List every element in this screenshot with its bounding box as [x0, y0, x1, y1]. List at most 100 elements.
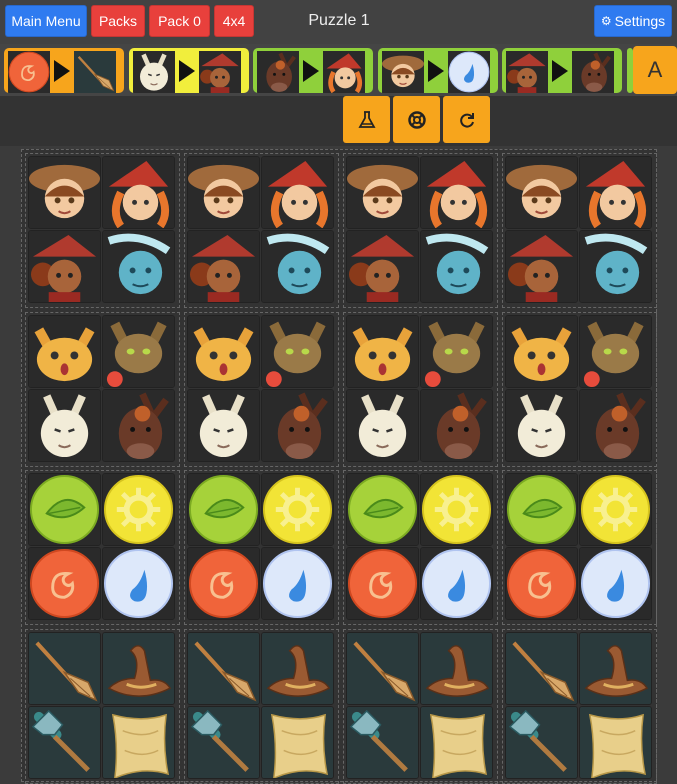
cloth-tile[interactable] — [579, 706, 652, 779]
lifebuoy-button[interactable] — [393, 96, 440, 143]
cloth-tile[interactable] — [102, 706, 175, 779]
shovel-tile[interactable] — [346, 706, 419, 779]
broom-tile[interactable] — [28, 632, 101, 705]
gear-tile[interactable] — [261, 473, 334, 546]
fire-tile[interactable] — [187, 547, 260, 620]
goat-tile[interactable] — [346, 389, 419, 462]
board-cell — [502, 629, 657, 784]
hint-witch-dark-icon — [199, 50, 241, 93]
goat-tile[interactable] — [187, 389, 260, 462]
flask-button[interactable] — [343, 96, 390, 143]
girl-tile[interactable] — [346, 156, 419, 229]
elf-blue-tile[interactable] — [102, 230, 175, 303]
board-cell — [343, 629, 498, 784]
puzzle-board — [21, 149, 657, 784]
cat-orange-tile[interactable] — [346, 315, 419, 388]
fire-tile[interactable] — [505, 547, 578, 620]
cat-orange-tile[interactable] — [505, 315, 578, 388]
fire-tile[interactable] — [346, 547, 419, 620]
hat-tile[interactable] — [102, 632, 175, 705]
leaf-tile[interactable] — [505, 473, 578, 546]
donkey-tile[interactable] — [261, 389, 334, 462]
girl-tile[interactable] — [187, 156, 260, 229]
main-menu-button[interactable]: Main Menu — [5, 5, 87, 37]
hint-card[interactable] — [378, 48, 498, 93]
pack-button[interactable]: Pack 0 — [149, 5, 210, 37]
witch-dark-tile[interactable] — [346, 230, 419, 303]
cat-brown-tile[interactable] — [102, 315, 175, 388]
witch-red-tile[interactable] — [579, 156, 652, 229]
gear-tile[interactable] — [102, 473, 175, 546]
leaf-tile[interactable] — [28, 473, 101, 546]
cat-orange-tile[interactable] — [187, 315, 260, 388]
witch-red-tile[interactable] — [102, 156, 175, 229]
cat-brown-tile[interactable] — [579, 315, 652, 388]
girl-tile[interactable] — [28, 156, 101, 229]
broom-tile[interactable] — [505, 632, 578, 705]
hint-more-button[interactable]: A — [633, 46, 677, 94]
cloth-tile[interactable] — [420, 706, 493, 779]
hat-tile[interactable] — [579, 632, 652, 705]
cat-brown-tile[interactable] — [420, 315, 493, 388]
donkey-tile[interactable] — [420, 389, 493, 462]
board-cell — [184, 153, 339, 308]
top-bar: Main Menu Packs Pack 0 4x4 Puzzle 1 ⚙ Se… — [0, 0, 677, 44]
hint-witch-red-icon — [323, 50, 365, 93]
size-button[interactable]: 4x4 — [214, 5, 254, 37]
refresh-button[interactable] — [443, 96, 490, 143]
board-cell — [184, 629, 339, 784]
board-cell — [343, 470, 498, 625]
leaf-tile[interactable] — [346, 473, 419, 546]
hint-donkey-icon — [572, 50, 614, 93]
hint-card[interactable] — [253, 48, 373, 93]
fire-tile[interactable] — [28, 547, 101, 620]
donkey-tile[interactable] — [102, 389, 175, 462]
shovel-tile[interactable] — [28, 706, 101, 779]
board-cell — [25, 629, 180, 784]
hint-card[interactable] — [4, 48, 124, 93]
water-tile[interactable] — [579, 547, 652, 620]
elf-blue-tile[interactable] — [579, 230, 652, 303]
settings-button[interactable]: ⚙ Settings — [594, 5, 672, 37]
water-tile[interactable] — [102, 547, 175, 620]
hint-broom-icon — [74, 50, 116, 93]
witch-red-tile[interactable] — [261, 156, 334, 229]
goat-tile[interactable] — [28, 389, 101, 462]
cat-brown-tile[interactable] — [261, 315, 334, 388]
hint-girl-icon — [382, 50, 424, 93]
hint-card[interactable] — [129, 48, 249, 93]
leaf-tile[interactable] — [187, 473, 260, 546]
arrow-right-icon — [303, 59, 319, 82]
lifebuoy-icon — [407, 110, 426, 129]
refresh-icon — [459, 112, 474, 128]
board-cell — [184, 470, 339, 625]
hint-witch-dark-icon — [506, 50, 548, 93]
donkey-tile[interactable] — [579, 389, 652, 462]
witch-dark-tile[interactable] — [28, 230, 101, 303]
broom-tile[interactable] — [346, 632, 419, 705]
water-tile[interactable] — [420, 547, 493, 620]
shovel-tile[interactable] — [505, 706, 578, 779]
witch-dark-tile[interactable] — [187, 230, 260, 303]
gear-tile[interactable] — [420, 473, 493, 546]
witch-red-tile[interactable] — [420, 156, 493, 229]
settings-label: Settings — [614, 13, 666, 29]
water-tile[interactable] — [261, 547, 334, 620]
girl-tile[interactable] — [505, 156, 578, 229]
goat-tile[interactable] — [505, 389, 578, 462]
cat-orange-tile[interactable] — [28, 315, 101, 388]
hat-tile[interactable] — [261, 632, 334, 705]
hint-card[interactable] — [502, 48, 622, 93]
witch-dark-tile[interactable] — [505, 230, 578, 303]
packs-button[interactable]: Packs — [91, 5, 145, 37]
cloth-tile[interactable] — [261, 706, 334, 779]
elf-blue-tile[interactable] — [261, 230, 334, 303]
gear-tile[interactable] — [579, 473, 652, 546]
elf-blue-tile[interactable] — [420, 230, 493, 303]
broom-tile[interactable] — [187, 632, 260, 705]
hat-tile[interactable] — [420, 632, 493, 705]
flask-icon — [357, 110, 376, 128]
board-cell — [343, 153, 498, 308]
board-cell — [25, 153, 180, 308]
shovel-tile[interactable] — [187, 706, 260, 779]
